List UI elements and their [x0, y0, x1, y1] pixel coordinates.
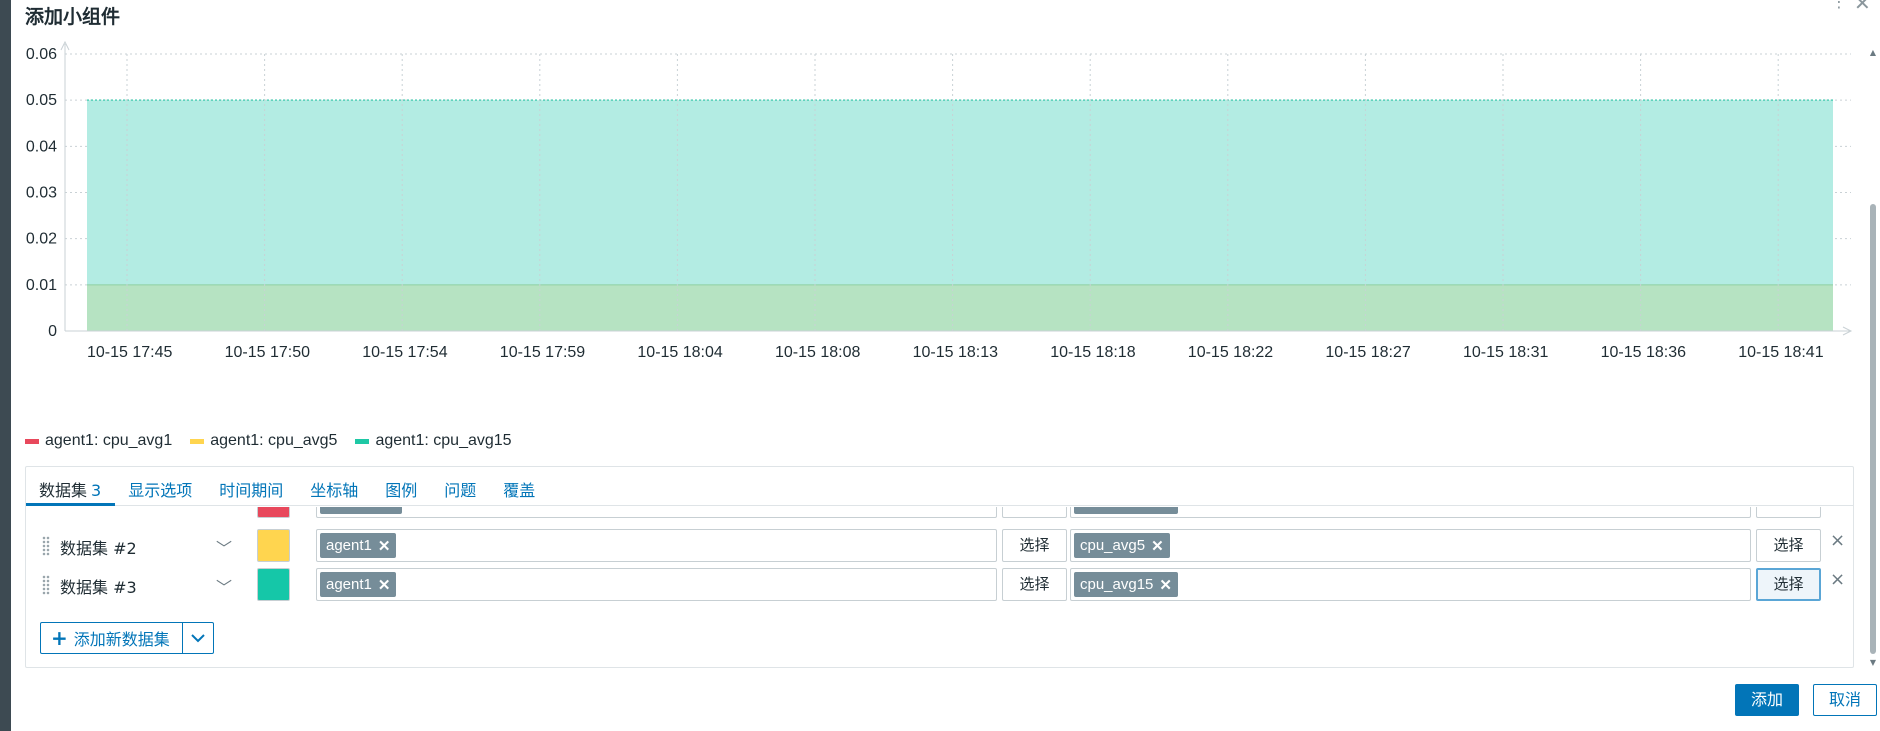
tab-label: 数据集 [39, 481, 88, 500]
tab-axes[interactable]: 坐标轴 [297, 467, 372, 506]
remove-tag-icon[interactable]: ✕ [378, 576, 391, 594]
dataset-color-picker[interactable] [257, 507, 290, 518]
item-select-button[interactable]: 选择 [1756, 568, 1821, 601]
area-cpu-avg1-avg5 [87, 284, 1833, 331]
dataset-color-picker[interactable] [257, 568, 290, 601]
tag-label: cpu_avg15 [1080, 576, 1154, 593]
legend-label: agent1: cpu_avg15 [375, 432, 512, 449]
host-tag: agent1 ✕ [320, 533, 397, 558]
item-pattern-input[interactable] [1070, 507, 1751, 518]
tag-label: agent1 [326, 576, 372, 593]
add-new-dataset-button[interactable]: + 添加新数据集 [40, 622, 183, 654]
y-tick-label: 0.02 [26, 231, 57, 248]
tab-count: 3 [91, 481, 102, 500]
legend-swatch-yellow [190, 438, 205, 444]
host-pattern-input[interactable] [316, 507, 997, 518]
legend-swatch-teal [355, 438, 370, 444]
add-button[interactable]: 添加 [1735, 684, 1799, 716]
host-pattern-input[interactable]: agent1 ✕ [316, 568, 997, 601]
x-tick-label: 10-15 18:27 [1325, 344, 1411, 361]
chevron-down-icon [191, 634, 205, 643]
x-tick-label: 10-15 18:04 [637, 344, 723, 361]
chevron-down-icon[interactable]: ﹀ [216, 574, 232, 598]
x-tick-label: 10-15 17:54 [362, 344, 448, 361]
y-tick-label: 0 [48, 323, 57, 340]
scroll-down-icon[interactable]: ▼ [1869, 658, 1877, 668]
kebab-menu-icon[interactable]: ⋮ [1831, 0, 1847, 11]
graph-preview: 0.06 0.05 0.04 0.03 0.02 0.01 0 10-15 17:45 10-1… [26, 40, 1853, 361]
legend-label: agent1: cpu_avg5 [210, 432, 338, 449]
dataset-label: 数据集 #3 [60, 578, 137, 597]
y-tick-label: 0.03 [26, 185, 57, 202]
drag-handle-icon[interactable] [42, 536, 50, 556]
x-tick-label: 10-15 17:59 [500, 344, 586, 361]
dataset-row: 数据集 #3 ﹀ agent1 ✕ 选择 cpu_avg15 ✕ 选择 × [26, 568, 1853, 601]
tab-legend[interactable]: 图例 [372, 467, 431, 506]
add-widget-dialog: 添加小组件 ⋮ ✕ ▲ ▼ 0.06 0.05 0.04 0.03 0.02 0.01 0 1… [11, 0, 1880, 731]
item-tag: cpu_avg5 ✕ [1074, 533, 1170, 558]
tab-overrides[interactable]: 覆盖 [490, 467, 549, 506]
tag-label: agent1 [326, 537, 372, 554]
y-tick-label: 0.06 [26, 46, 57, 63]
legend-item: agent1: cpu_avg15 [355, 432, 512, 450]
item-pattern-input[interactable]: cpu_avg5 ✕ [1070, 529, 1751, 562]
item-select-button[interactable]: 选择 [1756, 529, 1821, 562]
background-edge [0, 0, 11, 731]
dataset-label: 数据集 #2 [60, 539, 137, 558]
tab-datasets[interactable]: 数据集 3 [26, 467, 116, 506]
remove-tag-icon[interactable]: ✕ [1151, 537, 1164, 555]
config-tabs: 数据集 3 显示选项 时间期间 坐标轴 图例 问题 覆盖 [26, 467, 1853, 506]
item-tag [1074, 507, 1178, 514]
host-select-button[interactable]: 选择 [1002, 568, 1067, 601]
area-cpu-avg15 [87, 100, 1833, 285]
host-tag: agent1 ✕ [320, 572, 397, 597]
dialog-title: 添加小组件 [25, 6, 121, 28]
x-tick-label: 10-15 18:22 [1188, 344, 1274, 361]
remove-dataset-icon[interactable]: × [1830, 569, 1845, 590]
chevron-down-icon[interactable]: ﹀ [216, 535, 232, 559]
x-tick-label: 10-15 18:41 [1738, 344, 1824, 361]
chart-legend: agent1: cpu_avg1 agent1: cpu_avg5 agent1… [25, 432, 512, 450]
tab-time-period[interactable]: 时间期间 [206, 467, 297, 506]
dataset-color-picker[interactable] [257, 529, 290, 562]
cancel-button[interactable]: 取消 [1813, 684, 1877, 716]
host-tag [320, 507, 402, 514]
y-tick-label: 0.01 [26, 277, 57, 294]
add-dataset-label: 添加新数据集 [73, 630, 170, 649]
x-tick-label: 10-15 18:13 [913, 344, 999, 361]
tag-label: cpu_avg5 [1080, 537, 1146, 554]
host-pattern-input[interactable]: agent1 ✕ [316, 529, 997, 562]
add-dataset-dropdown-button[interactable] [182, 622, 214, 654]
config-panel: 数据集 3 显示选项 时间期间 坐标轴 图例 问题 覆盖 数据集 #2 ﹀ ag… [25, 466, 1854, 668]
dataset-row-partial [26, 507, 1853, 521]
x-tick-label: 10-15 18:36 [1601, 344, 1687, 361]
legend-swatch-red [25, 438, 39, 444]
tab-problems[interactable]: 问题 [431, 467, 490, 506]
x-tick-label: 10-15 17:50 [225, 344, 311, 361]
item-pattern-input[interactable]: cpu_avg15 ✕ [1070, 568, 1751, 601]
remove-tag-icon[interactable]: ✕ [378, 537, 391, 555]
close-icon[interactable]: ✕ [1854, 0, 1871, 15]
y-tick-label: 0.05 [26, 92, 57, 109]
item-tag: cpu_avg15 ✕ [1074, 572, 1178, 597]
legend-item: agent1: cpu_avg5 [190, 432, 337, 450]
host-select-button[interactable] [1002, 507, 1067, 518]
drag-handle-icon[interactable] [42, 575, 50, 595]
x-tick-label: 10-15 18:08 [775, 344, 861, 361]
plus-icon: + [51, 626, 68, 650]
add-dataset-group: + 添加新数据集 [40, 622, 214, 654]
item-select-button[interactable] [1756, 507, 1821, 518]
legend-item: agent1: cpu_avg1 [25, 432, 172, 450]
x-tick-label: 10-15 18:31 [1463, 344, 1549, 361]
host-select-button[interactable]: 选择 [1002, 529, 1067, 562]
dataset-row: 数据集 #2 ﹀ agent1 ✕ 选择 cpu_avg5 ✕ 选择 × [26, 529, 1853, 562]
legend-label: agent1: cpu_avg1 [45, 432, 173, 449]
y-tick-label: 0.04 [26, 138, 57, 155]
x-tick-label: 10-15 18:18 [1050, 344, 1136, 361]
remove-dataset-icon[interactable]: × [1830, 530, 1845, 551]
x-tick-label: 10-15 17:45 [87, 344, 173, 361]
tab-display-options[interactable]: 显示选项 [115, 467, 206, 506]
remove-tag-icon[interactable]: ✕ [1159, 576, 1172, 594]
